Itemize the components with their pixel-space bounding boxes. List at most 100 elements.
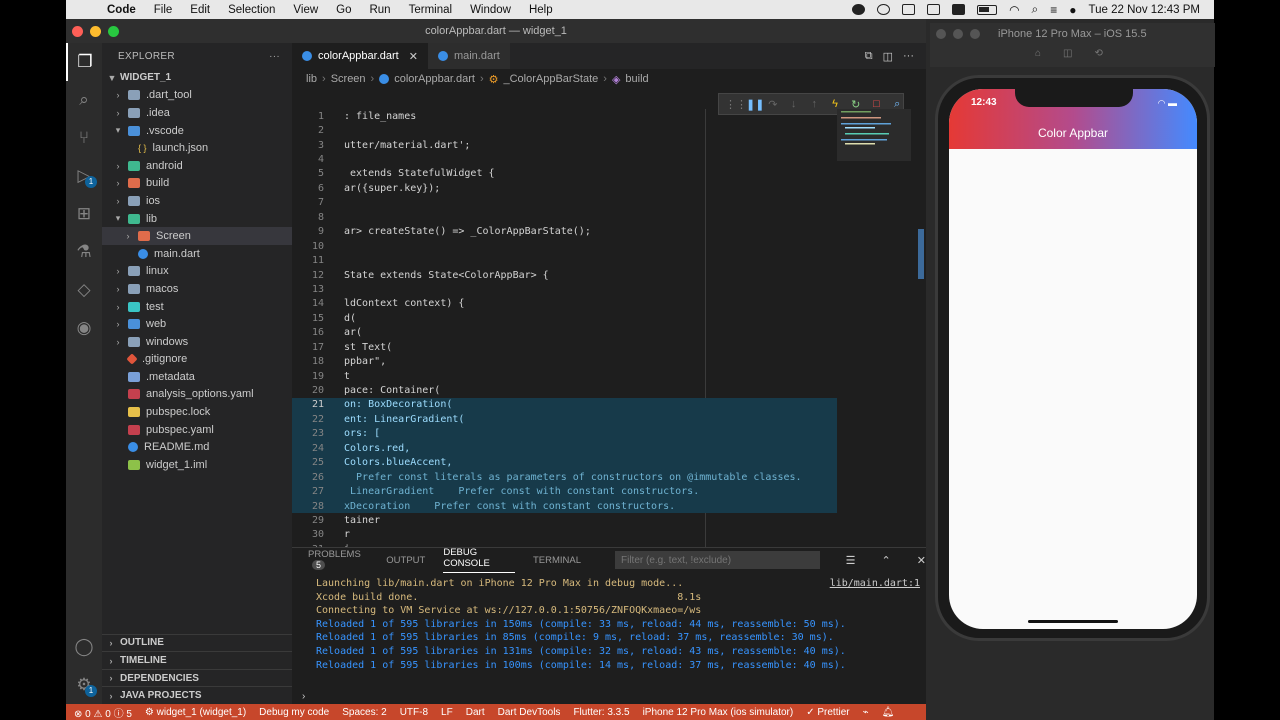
code-line[interactable]: 6 ar({super.key}); <box>292 181 837 195</box>
code-line[interactable]: 13 <box>292 282 837 296</box>
code-line[interactable]: 5 extends StatefulWidget { <box>292 167 837 181</box>
tab-main-dart[interactable]: main.dart <box>427 43 510 69</box>
java-projects-section[interactable]: › JAVA PROJECTS <box>102 686 292 704</box>
status-debug-session[interactable]: ⚙ widget_1 (widget_1) <box>145 707 246 718</box>
outline-section[interactable]: › OUTLINE <box>102 633 292 652</box>
status-flutter-version[interactable]: Flutter: 3.3.5 <box>573 707 629 718</box>
code-line[interactable]: 24 Colors.red, <box>292 441 837 456</box>
tree-item[interactable]: › .dart_tool <box>102 87 292 105</box>
breadcrumb-item[interactable]: build <box>625 73 648 85</box>
console-filter-input[interactable] <box>615 551 820 569</box>
clear-console-icon[interactable]: ☰ <box>846 554 856 567</box>
code-line[interactable]: 25 Colors.blueAccent, <box>292 455 837 470</box>
simulator-zoom-button[interactable] <box>970 29 980 39</box>
tab-color-appbar[interactable]: colorAppbar.dart ✕ <box>292 43 428 69</box>
source-control-icon[interactable]: ⑂ <box>66 119 102 157</box>
breadcrumb-item[interactable]: _ColorAppBarState <box>503 73 598 85</box>
breadcrumb-item[interactable]: Screen <box>331 73 366 85</box>
home-icon[interactable]: ⌂ <box>1035 48 1041 59</box>
code-line[interactable]: 14 ldContext context) { <box>292 297 837 311</box>
iphone-screen[interactable]: 12:43 ◠ ▬ Color Appbar <box>949 89 1197 629</box>
code-line[interactable]: 18 ppbar", <box>292 354 837 368</box>
code-line[interactable]: 7 <box>292 196 837 210</box>
tree-item[interactable]: › macos <box>102 280 292 298</box>
minimize-window-button[interactable] <box>90 26 101 37</box>
code-line[interactable]: 15 d( <box>292 311 837 325</box>
simulator-minimize-button[interactable] <box>953 29 963 39</box>
battery-icon[interactable] <box>977 4 998 15</box>
code-line[interactable]: 17 st Text( <box>292 340 837 354</box>
tree-item[interactable]: › android <box>102 157 292 175</box>
open-changes-icon[interactable]: ⧉ <box>865 50 873 63</box>
more-actions-icon[interactable]: ··· <box>269 51 280 62</box>
menu-edit[interactable]: Edit <box>181 4 219 16</box>
code-line[interactable]: 11 <box>292 253 837 267</box>
status-device[interactable]: iPhone 12 Pro Max (ios simulator) <box>643 707 794 718</box>
control-center-icon[interactable]: ≡ <box>1050 3 1057 17</box>
screen-share-icon[interactable] <box>902 4 916 15</box>
menu-file[interactable]: File <box>145 4 182 16</box>
code-line[interactable]: 29 tainer <box>292 513 837 527</box>
tree-item[interactable]: › build <box>102 175 292 193</box>
code-line[interactable]: 3 utter/material.dart'; <box>292 138 837 152</box>
code-line[interactable]: 22 ent: LinearGradient( <box>292 412 837 427</box>
close-window-button[interactable] <box>72 26 83 37</box>
dependencies-section[interactable]: › DEPENDENCIES <box>102 668 292 687</box>
tree-item[interactable]: › Screen <box>102 227 292 245</box>
code-line[interactable]: 9 ar> createState() => _ColorAppBarState(… <box>292 225 837 239</box>
simulator-close-button[interactable] <box>936 29 946 39</box>
menu-selection[interactable]: Selection <box>219 4 284 16</box>
tab-output[interactable]: OUTPUT <box>386 555 425 566</box>
tree-item[interactable]: widget_1.iml <box>102 456 292 474</box>
tree-item[interactable]: › linux <box>102 263 292 281</box>
tab-terminal[interactable]: TERMINAL <box>533 555 581 566</box>
tree-item[interactable]: ▾ lib <box>102 210 292 228</box>
source-link[interactable]: lib/main.dart:1 <box>830 578 920 589</box>
status-spaces[interactable]: Spaces: 2 <box>342 707 386 718</box>
tree-item[interactable]: { } launch.json <box>102 139 292 157</box>
code-line[interactable]: 28 xDecoration Prefer const with constant… <box>292 498 837 514</box>
code-line[interactable]: 1: file_names <box>292 109 837 123</box>
code-line[interactable]: 30 r <box>292 528 837 542</box>
console-prompt-icon[interactable]: › <box>302 691 305 702</box>
menu-run[interactable]: Run <box>360 4 399 16</box>
tree-item[interactable]: pubspec.yaml <box>102 421 292 439</box>
tab-problems[interactable]: PROBLEMS5 <box>308 549 368 571</box>
code-line[interactable]: 4 <box>292 152 837 166</box>
menu-window[interactable]: Window <box>461 4 520 16</box>
tree-item[interactable]: .metadata <box>102 368 292 386</box>
search-icon[interactable]: ⌕ <box>66 81 102 119</box>
explorer-icon[interactable]: ❐ <box>66 43 102 81</box>
zoom-window-button[interactable] <box>108 26 119 37</box>
menu-terminal[interactable]: Terminal <box>400 4 461 16</box>
flutter-icon[interactable]: ◇ <box>66 271 102 309</box>
tree-item[interactable]: analysis_options.yaml <box>102 386 292 404</box>
more-icon[interactable]: ··· <box>903 50 914 62</box>
code-line[interactable]: 2 <box>292 123 837 137</box>
menubar-clock[interactable]: Tue 22 Nov 12:43 PM <box>1089 4 1200 16</box>
tree-item[interactable]: › .idea <box>102 104 292 122</box>
home-indicator[interactable] <box>1028 620 1118 623</box>
tree-item[interactable]: main.dart <box>102 245 292 263</box>
workspace-root[interactable]: ▼ WIDGET_1 <box>102 69 292 87</box>
tree-item[interactable]: › test <box>102 298 292 316</box>
timeline-section[interactable]: › TIMELINE <box>102 651 292 669</box>
github-icon[interactable]: ◉ <box>66 309 102 347</box>
menu-help[interactable]: Help <box>520 4 562 16</box>
menu-go[interactable]: Go <box>327 4 360 16</box>
status-encoding[interactable]: UTF-8 <box>400 707 428 718</box>
extensions-icon[interactable]: ⊞ <box>66 195 102 233</box>
code-line[interactable]: 12 State extends State<ColorAppBar> { <box>292 268 837 282</box>
code-line[interactable]: 20 pace: Container( <box>292 383 837 397</box>
menu-view[interactable]: View <box>284 4 327 16</box>
tree-item[interactable]: › windows <box>102 333 292 351</box>
status-devtools[interactable]: Dart DevTools <box>498 707 561 718</box>
wifi-icon[interactable]: ◠ <box>1009 3 1019 17</box>
notifications-icon[interactable]: 🔔︎ <box>882 707 895 718</box>
status-prettier[interactable]: ✓ Prettier <box>806 707 849 718</box>
code-line[interactable]: 23 ors: [ <box>292 426 837 442</box>
breadcrumb-item[interactable]: lib <box>306 73 317 85</box>
tree-item[interactable]: › web <box>102 315 292 333</box>
status-eol[interactable]: LF <box>441 707 453 718</box>
account-icon[interactable]: ◯ <box>66 628 102 666</box>
